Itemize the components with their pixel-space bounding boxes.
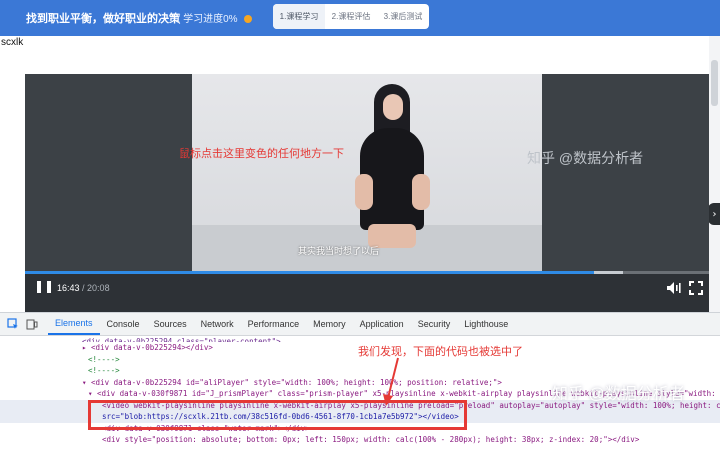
progress-label: ( 学习进度0%	[177, 14, 241, 25]
tab-memory[interactable]: Memory	[306, 313, 353, 335]
tab-performance[interactable]: Performance	[241, 313, 307, 335]
course-steps: 1.课程学习 2.课程评估 3.课后测试	[273, 4, 429, 29]
volume-icon[interactable]	[666, 281, 682, 295]
presenter-face	[383, 94, 403, 120]
course-title: 找到职业平衡，做好职业的决策	[26, 13, 180, 25]
step-course-evaluation[interactable]: 2.课程评估	[325, 4, 377, 29]
tab-network[interactable]: Network	[194, 313, 241, 335]
video-frame[interactable]	[192, 74, 542, 271]
page-scrollbar-thumb[interactable]	[711, 60, 718, 106]
tab-lighthouse[interactable]: Lighthouse	[457, 313, 515, 335]
dom-line[interactable]: <!---->	[0, 365, 720, 377]
step-after-class-test[interactable]: 3.课后测试	[377, 4, 429, 29]
inspect-element-icon[interactable]	[7, 318, 19, 330]
tab-sources[interactable]: Sources	[147, 313, 194, 335]
tab-application[interactable]: Application	[353, 313, 411, 335]
tab-security[interactable]: Security	[411, 313, 458, 335]
click-overlay-message[interactable]: 鼠标点击这里变色的任何地方一下	[179, 145, 344, 161]
tab-elements[interactable]: Elements	[48, 313, 100, 335]
presenter-arm-left	[355, 174, 373, 210]
zhihu-watermark-top: 知乎 @数据分析者	[527, 150, 644, 166]
learning-progress: ( 学习进度0%	[177, 10, 253, 25]
device-toggle-icon[interactable]	[26, 318, 38, 330]
fullscreen-icon[interactable]	[689, 281, 703, 295]
dom-line[interactable]: <div style="position: absolute; bottom: …	[0, 434, 720, 446]
step-course-study[interactable]: 1.课程学习	[273, 4, 325, 29]
current-time: 16:43	[57, 283, 80, 293]
progress-dot-icon	[244, 15, 253, 23]
annotation-note: 我们发现，下面的代码也被选中了	[358, 346, 523, 358]
player-time: 16:43 / 20:08	[57, 283, 110, 293]
presenter-arm-right	[412, 174, 430, 210]
devtools-tabs: Elements Console Sources Network Perform…	[0, 313, 720, 336]
chevron-right-icon[interactable]: ›	[708, 203, 720, 225]
tab-console[interactable]: Console	[100, 313, 147, 335]
duration: / 20:08	[82, 283, 110, 293]
highlight-box	[88, 400, 467, 430]
pause-icon[interactable]	[37, 281, 51, 295]
video-subtitle: 其实我当时想了以后	[298, 246, 380, 256]
site-tag: scxlk	[1, 37, 24, 48]
zhihu-watermark-bottom: 知乎 @数据分析者	[552, 386, 685, 403]
player-controls	[25, 274, 709, 312]
